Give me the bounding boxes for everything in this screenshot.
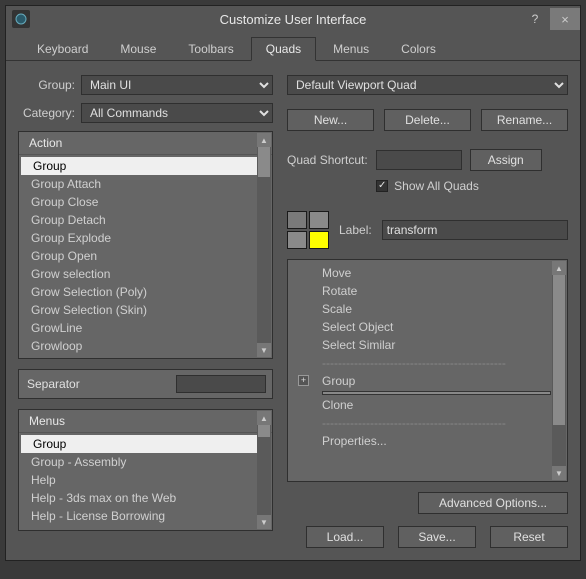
action-item[interactable]: Group Close (19, 193, 272, 211)
new-button[interactable]: New... (287, 109, 374, 131)
tree-scrollbar[interactable]: ▲ ▼ (552, 261, 566, 480)
color-swatch[interactable] (309, 231, 329, 249)
color-swatch[interactable] (287, 211, 307, 229)
tab-menus[interactable]: Menus (318, 37, 384, 61)
scroll-thumb[interactable] (553, 275, 565, 425)
save-button[interactable]: Save... (398, 526, 476, 548)
tree-separator[interactable]: ----------------------------------------… (288, 450, 567, 458)
action-item[interactable]: GrowRing (19, 355, 272, 358)
label-input[interactable] (382, 220, 568, 240)
separator-label: Separator (19, 371, 176, 397)
action-item[interactable]: Group Detach (19, 211, 272, 229)
reset-button[interactable]: Reset (490, 526, 568, 548)
action-item[interactable]: Group (21, 157, 270, 175)
window-title: Customize User Interface (6, 12, 580, 27)
group-label: Group: (18, 78, 81, 92)
scroll-down-icon[interactable]: ▼ (257, 343, 271, 357)
tree-separator[interactable]: ----------------------------------------… (288, 354, 567, 372)
action-listbox[interactable]: Action GroupGroup AttachGroup CloseGroup… (18, 131, 273, 359)
quad-shortcut-label: Quad Shortcut: (287, 153, 368, 167)
tree-item[interactable]: Properties... (288, 432, 567, 450)
tree-item[interactable]: Clone (288, 396, 567, 414)
action-item[interactable]: Group Open (19, 247, 272, 265)
category-select[interactable]: All Commands (81, 103, 273, 123)
tree-item[interactable]: Move (288, 264, 567, 282)
tree-item[interactable]: Select Object (288, 318, 567, 336)
quad-color-swatches (287, 211, 329, 249)
color-swatch[interactable] (309, 211, 329, 229)
action-item[interactable]: Grow selection (19, 265, 272, 283)
scroll-up-icon[interactable]: ▲ (552, 261, 566, 275)
menus-scrollbar[interactable]: ▲ ▼ (257, 411, 271, 529)
action-item[interactable]: Group Explode (19, 229, 272, 247)
action-item[interactable]: Group Attach (19, 175, 272, 193)
tree-separator-selected[interactable] (322, 391, 551, 395)
action-item[interactable]: Grow Selection (Skin) (19, 301, 272, 319)
assign-button[interactable]: Assign (470, 149, 542, 171)
left-panel: Group: Main UI Category: All Commands Ac… (18, 75, 273, 548)
menus-listbox[interactable]: Menus GroupGroup - AssemblyHelpHelp - 3d… (18, 409, 273, 531)
action-item[interactable]: Growloop (19, 337, 272, 355)
tab-quads[interactable]: Quads (251, 37, 316, 61)
action-scrollbar[interactable]: ▲ ▼ (257, 133, 271, 357)
window: Customize User Interface ? × KeyboardMou… (5, 5, 581, 561)
scroll-up-icon[interactable]: ▲ (257, 133, 271, 147)
scroll-down-icon[interactable]: ▼ (257, 515, 271, 529)
right-panel: Default Viewport Quad New... Delete... R… (287, 75, 568, 548)
show-all-quads-label: Show All Quads (394, 179, 479, 193)
scroll-up-icon[interactable]: ▲ (257, 411, 271, 425)
tree-item[interactable]: Rotate (288, 282, 567, 300)
separator-input[interactable] (176, 375, 266, 393)
menus-list-header: Menus (19, 410, 272, 433)
tree-separator[interactable]: ----------------------------------------… (288, 414, 567, 432)
color-swatch[interactable] (287, 231, 307, 249)
menu-item[interactable]: Help (19, 471, 272, 489)
action-item[interactable]: Grow Selection (Poly) (19, 283, 272, 301)
delete-button[interactable]: Delete... (384, 109, 471, 131)
quad-select[interactable]: Default Viewport Quad (287, 75, 568, 95)
rename-button[interactable]: Rename... (481, 109, 568, 131)
tree-item[interactable]: Select Similar (288, 336, 567, 354)
tab-colors[interactable]: Colors (386, 37, 451, 61)
group-select[interactable]: Main UI (81, 75, 273, 95)
tab-toolbars[interactable]: Toolbars (173, 37, 248, 61)
action-list-header: Action (19, 132, 272, 155)
tree-item[interactable]: Scale (288, 300, 567, 318)
tab-bar: KeyboardMouseToolbarsQuadsMenusColors (6, 32, 580, 61)
tab-keyboard[interactable]: Keyboard (22, 37, 103, 61)
separator-box[interactable]: Separator (18, 369, 273, 399)
expand-icon[interactable]: + (298, 375, 309, 386)
tab-mouse[interactable]: Mouse (105, 37, 171, 61)
scroll-thumb[interactable] (258, 425, 270, 437)
menu-item[interactable]: Help - 3ds max on the Web (19, 489, 272, 507)
show-all-quads-checkbox[interactable] (376, 180, 388, 192)
category-label: Category: (18, 106, 81, 120)
tree-item-group[interactable]: +Group (288, 372, 567, 390)
label-label: Label: (339, 223, 372, 237)
action-item[interactable]: GrowLine (19, 319, 272, 337)
quad-shortcut-input[interactable] (376, 150, 462, 170)
menu-item[interactable]: Help - License Borrowing (19, 507, 272, 525)
menu-item[interactable]: Group (21, 435, 270, 453)
menu-item[interactable]: Group - Assembly (19, 453, 272, 471)
scroll-down-icon[interactable]: ▼ (552, 466, 566, 480)
dialog-body: Group: Main UI Category: All Commands Ac… (6, 61, 580, 560)
scroll-thumb[interactable] (258, 147, 270, 177)
quad-menu-tree[interactable]: MoveRotateScaleSelect ObjectSelect Simil… (287, 259, 568, 482)
titlebar: Customize User Interface ? × (6, 6, 580, 32)
advanced-options-button[interactable]: Advanced Options... (418, 492, 568, 514)
load-button[interactable]: Load... (306, 526, 384, 548)
